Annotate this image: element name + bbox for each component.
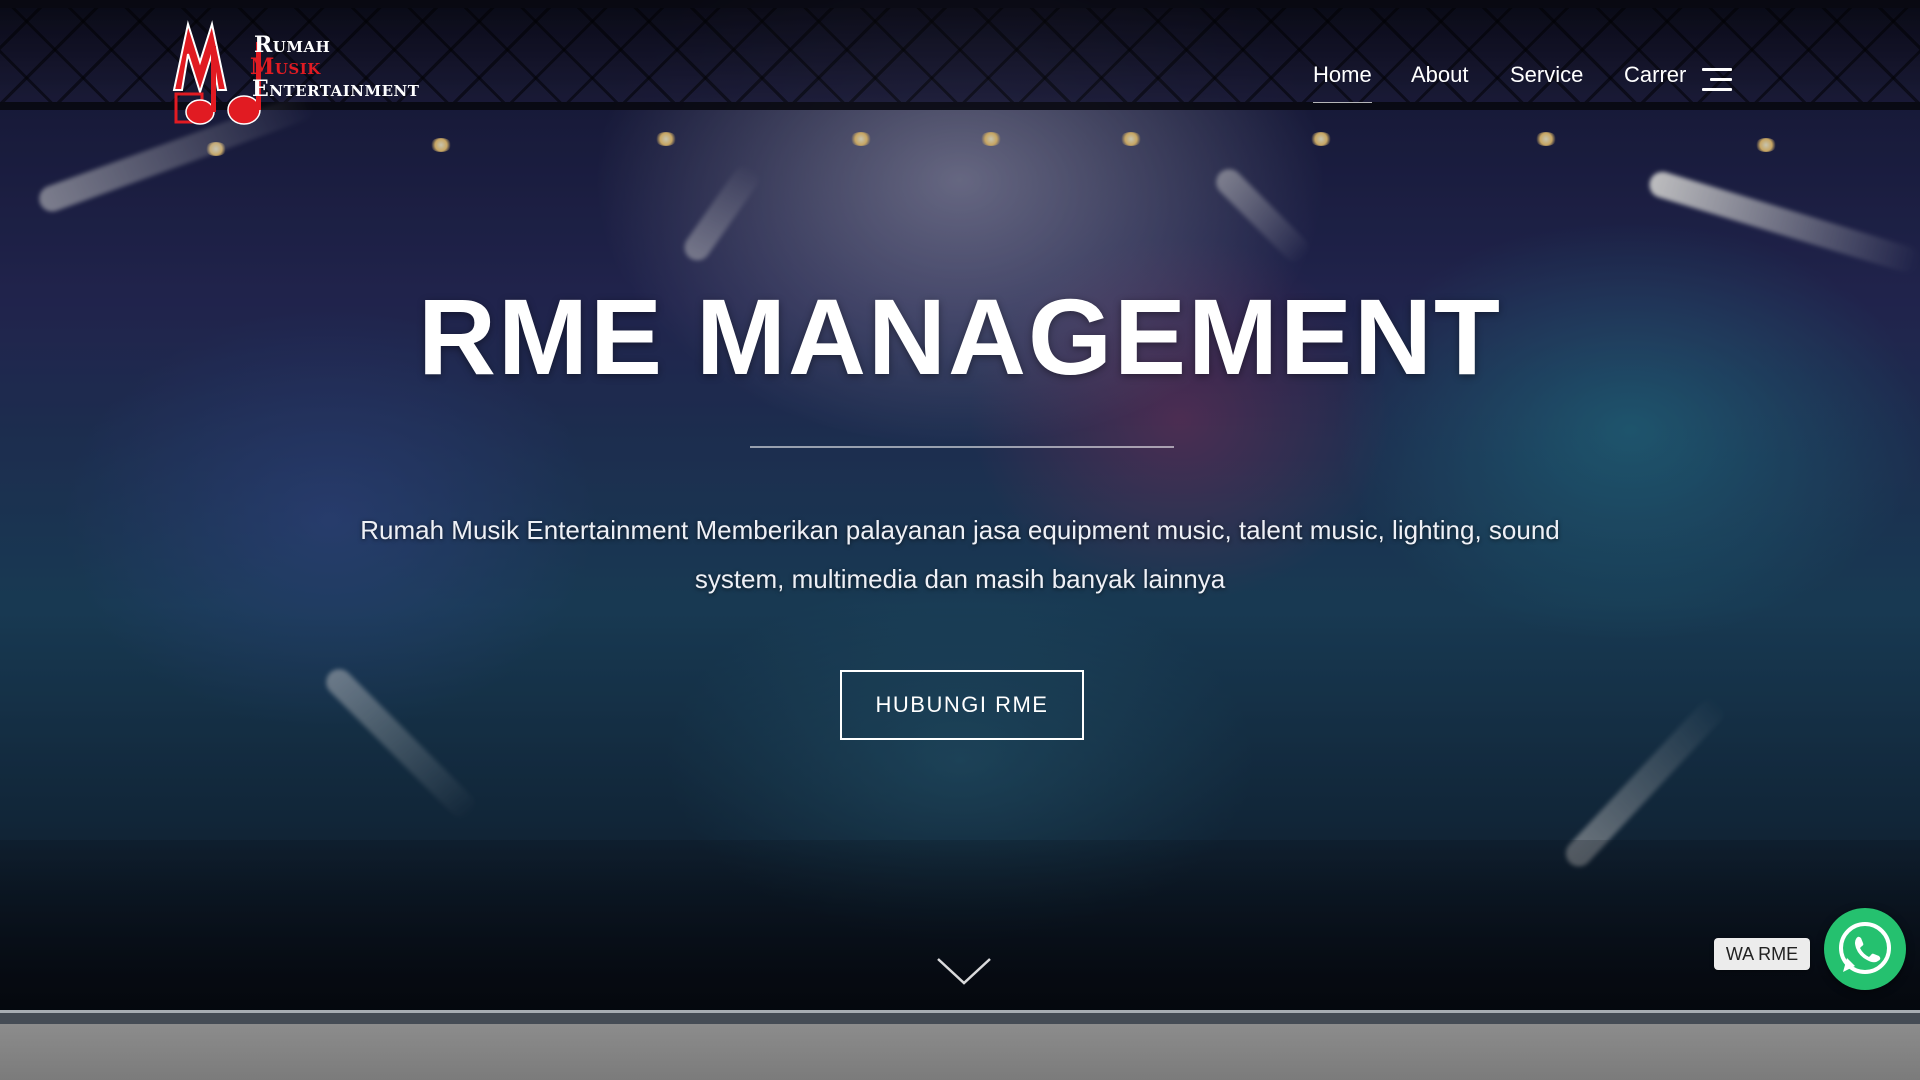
whatsapp-label[interactable]: WA RME (1714, 938, 1810, 970)
chevron-down-icon[interactable] (936, 956, 992, 986)
whatsapp-icon (1839, 922, 1891, 974)
hamburger-menu-icon[interactable] (1700, 68, 1732, 92)
hero-description-line1: Rumah Musik Entertainment Memberikan pal… (360, 515, 1560, 545)
page-bottom-border (0, 1010, 1920, 1024)
hero-description-line2: system, multimedia dan masih banyak lain… (694, 564, 1226, 594)
hero-title: RME MANAGEMENT (418, 276, 1502, 397)
page-bottom-area (0, 1024, 1920, 1080)
nav-home[interactable]: Home (1313, 62, 1372, 103)
contact-rme-button[interactable]: HUBUNGI RME (840, 670, 1084, 740)
main-nav: Home About Service Carrer (0, 62, 1920, 103)
logo-line-rumah: Rumah (254, 32, 331, 58)
hero-section (0, 0, 1920, 1010)
nav-service[interactable]: Service (1510, 62, 1583, 88)
nav-carrer[interactable]: Carrer (1624, 62, 1686, 88)
hero-description: Rumah Musik Entertainment Memberikan pal… (320, 506, 1600, 604)
hero-divider (750, 446, 1174, 448)
nav-about[interactable]: About (1411, 62, 1469, 88)
whatsapp-button[interactable] (1824, 908, 1906, 990)
